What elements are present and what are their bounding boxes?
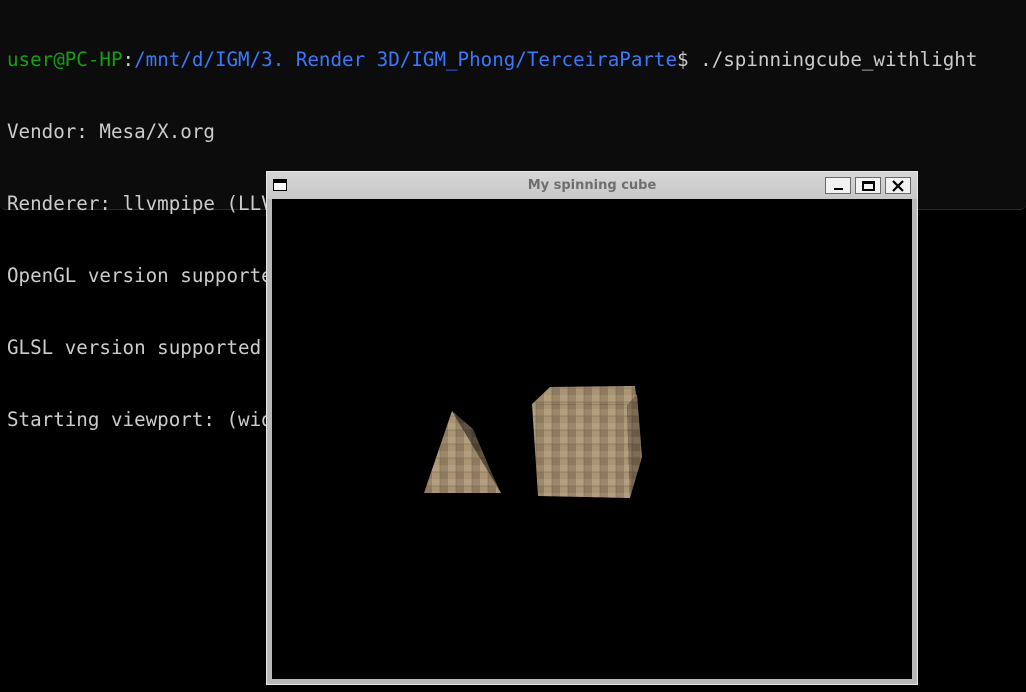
output-line-vendor: Vendor: Mesa/X.org bbox=[7, 120, 215, 143]
prompt-user-host: user@PC-HP bbox=[7, 48, 123, 71]
prompt-symbol: $ bbox=[677, 48, 689, 71]
textured-pyramid bbox=[424, 411, 501, 493]
prompt-separator: : bbox=[122, 48, 135, 71]
window-title: My spinning cube bbox=[527, 178, 657, 193]
close-icon bbox=[892, 180, 904, 192]
prompt-line: user@PC-HP:/mnt/d/IGM/3. Render 3D/IGM_P… bbox=[7, 48, 977, 72]
maximize-button[interactable] bbox=[855, 177, 881, 194]
scene-canvas bbox=[424, 386, 642, 498]
prompt-path: /mnt/d/IGM/3. Render 3D/IGM_Phong/Tercei… bbox=[134, 48, 678, 71]
textured-cube bbox=[532, 386, 642, 498]
close-button[interactable] bbox=[885, 177, 911, 194]
opengl-window[interactable]: My spinning cube bbox=[266, 171, 918, 685]
render-viewport[interactable] bbox=[272, 199, 912, 679]
window-titlebar[interactable]: My spinning cube bbox=[267, 172, 917, 199]
minimize-button[interactable] bbox=[825, 177, 851, 194]
prompt-command: ./spinningcube_withlight bbox=[688, 48, 978, 71]
